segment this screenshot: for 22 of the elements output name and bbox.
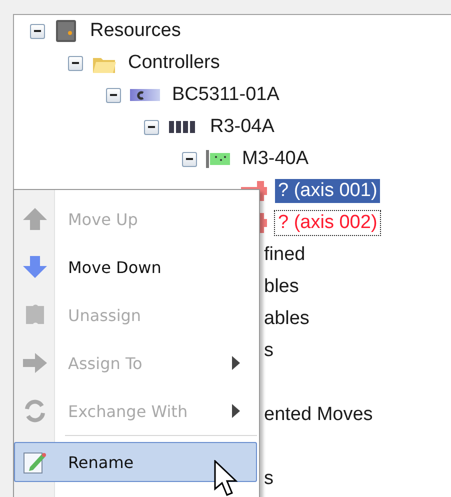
module-icon xyxy=(205,149,231,169)
tree-item[interactable]: BC5311-01A xyxy=(169,83,282,107)
right-arrow-icon xyxy=(21,351,49,375)
collapse-toggle[interactable] xyxy=(144,120,159,134)
menu-item[interactable]: Move Down xyxy=(14,243,257,291)
collapse-toggle[interactable] xyxy=(182,152,197,166)
down-arrow-icon xyxy=(21,254,49,280)
controller-icon xyxy=(129,86,161,104)
tree-item[interactable]: M3-40A xyxy=(239,147,312,171)
menu-item[interactable]: Rename xyxy=(14,442,257,482)
collapse-toggle[interactable] xyxy=(106,88,121,102)
tree-item[interactable]: ? (axis 001) xyxy=(275,179,380,203)
tree-item[interactable]: R3-04A xyxy=(207,115,278,139)
exchange-icon xyxy=(22,398,48,424)
tree-item[interactable]: ? (axis 002) xyxy=(275,211,380,235)
collapse-toggle[interactable] xyxy=(68,56,83,70)
tree-item[interactable]: Resources xyxy=(87,19,184,43)
up-arrow-icon xyxy=(21,206,49,232)
mouse-cursor-icon xyxy=(214,460,240,497)
cabinet-icon xyxy=(53,18,79,44)
collapse-toggle[interactable] xyxy=(30,24,45,38)
tree-item[interactable]: Controllers xyxy=(125,51,223,75)
